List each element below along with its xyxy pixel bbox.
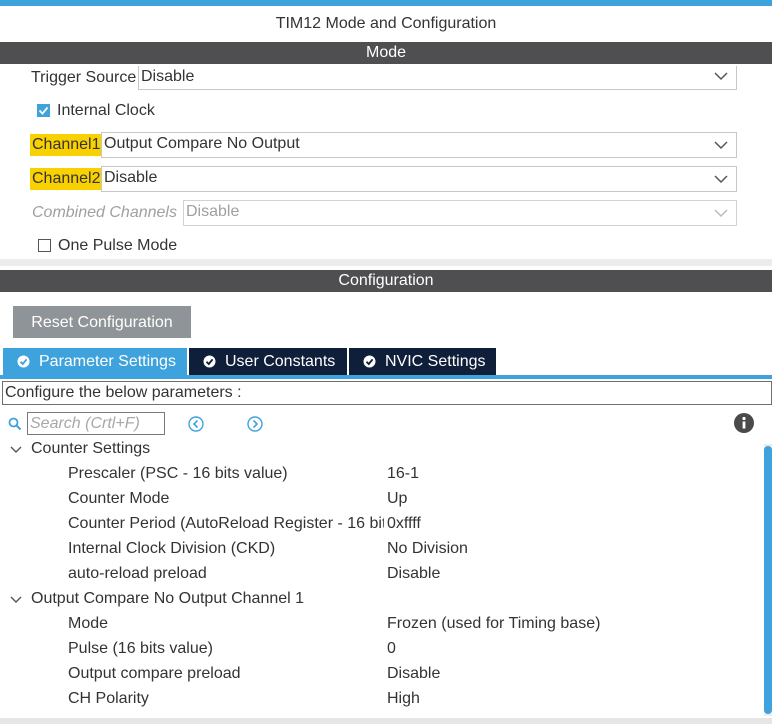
channel1-label: Channel1 (30, 134, 103, 156)
tab-nvic-settings[interactable]: NVIC Settings (349, 348, 496, 375)
param-value[interactable]: Frozen (used for Timing base) (387, 613, 600, 635)
tree-group-counter-settings[interactable]: Counter Settings (31, 438, 150, 460)
combined-channels-label: Combined Channels (32, 204, 177, 221)
tab-label: NVIC Settings (385, 353, 486, 370)
param-name[interactable]: Counter Period (AutoReload Register - 16… (68, 513, 384, 535)
check-circle-icon (363, 355, 376, 368)
bottom-border (0, 718, 772, 724)
parameter-instruction-box: Configure the below parameters : (2, 381, 772, 405)
param-value[interactable]: High (387, 688, 420, 710)
channel2-value: Disable (104, 169, 158, 186)
param-name[interactable]: Prescaler (PSC - 16 bits value) (68, 463, 288, 485)
trigger-source-value: Disable (141, 68, 195, 85)
window-title: TIM12 Mode and Configuration (275, 15, 497, 32)
tab-label: User Constants (225, 353, 336, 370)
arrow-right-circle-icon[interactable] (246, 415, 264, 433)
chevron-down-icon (714, 72, 728, 81)
combined-channels-value: Disable (186, 203, 240, 220)
chevron-down-icon (714, 175, 728, 184)
tab-parameter-settings[interactable]: Parameter Settings (3, 348, 187, 375)
chevron-down-icon (714, 209, 728, 218)
param-value[interactable]: 0 (387, 638, 396, 660)
configuration-section-header: Configuration (0, 270, 772, 292)
search-input[interactable] (27, 412, 165, 435)
param-value[interactable]: No Division (387, 538, 468, 560)
tab-underline (0, 375, 772, 379)
internal-clock-label: Internal Clock (57, 102, 155, 119)
check-circle-icon (203, 355, 216, 368)
mode-panel-scroll-edge (0, 259, 772, 266)
param-value[interactable]: Up (387, 488, 407, 510)
info-icon[interactable] (734, 413, 754, 433)
tab-label: Parameter Settings (39, 353, 176, 370)
one-pulse-mode-checkbox[interactable] (38, 239, 51, 252)
chevron-down-icon[interactable] (10, 444, 22, 456)
param-name[interactable]: Mode (68, 613, 108, 635)
check-circle-icon (17, 355, 30, 368)
trigger-source-select[interactable]: Disable (138, 66, 737, 90)
param-name[interactable]: Pulse (16 bits value) (68, 638, 213, 660)
internal-clock-checkbox[interactable] (37, 104, 50, 117)
param-name[interactable]: CH Polarity (68, 688, 149, 710)
channel1-value: Output Compare No Output (104, 135, 300, 152)
param-value[interactable]: 0xffff (387, 513, 421, 535)
search-icon (8, 417, 22, 431)
reset-configuration-button[interactable]: Reset Configuration (13, 306, 191, 338)
param-value[interactable]: Disable (387, 663, 440, 685)
param-value[interactable]: 16-1 (387, 463, 419, 485)
checkmark-icon (38, 106, 49, 115)
param-value[interactable]: Disable (387, 563, 440, 585)
arrow-left-circle-icon[interactable] (187, 415, 205, 433)
trigger-source-label: Trigger Source (31, 69, 137, 86)
channel2-label: Channel2 (30, 168, 103, 190)
mode-section-header: Mode (0, 42, 772, 64)
chevron-down-icon (714, 141, 728, 150)
channel1-select[interactable]: Output Compare No Output (101, 132, 737, 158)
param-name[interactable]: Counter Mode (68, 488, 169, 510)
tree-group-output-compare[interactable]: Output Compare No Output Channel 1 (31, 588, 304, 610)
param-name[interactable]: auto-reload preload (68, 563, 207, 585)
combined-channels-select: Disable (183, 200, 737, 226)
channel2-select[interactable]: Disable (101, 166, 737, 192)
scrollbar-thumb[interactable] (764, 446, 772, 714)
tab-user-constants[interactable]: User Constants (189, 348, 347, 375)
param-name[interactable]: Internal Clock Division (CKD) (68, 538, 275, 560)
parameter-instruction-text: Configure the below parameters : (5, 384, 242, 401)
one-pulse-mode-label: One Pulse Mode (58, 237, 178, 254)
param-name[interactable]: Output compare preload (68, 663, 241, 685)
chevron-down-icon[interactable] (10, 594, 22, 606)
